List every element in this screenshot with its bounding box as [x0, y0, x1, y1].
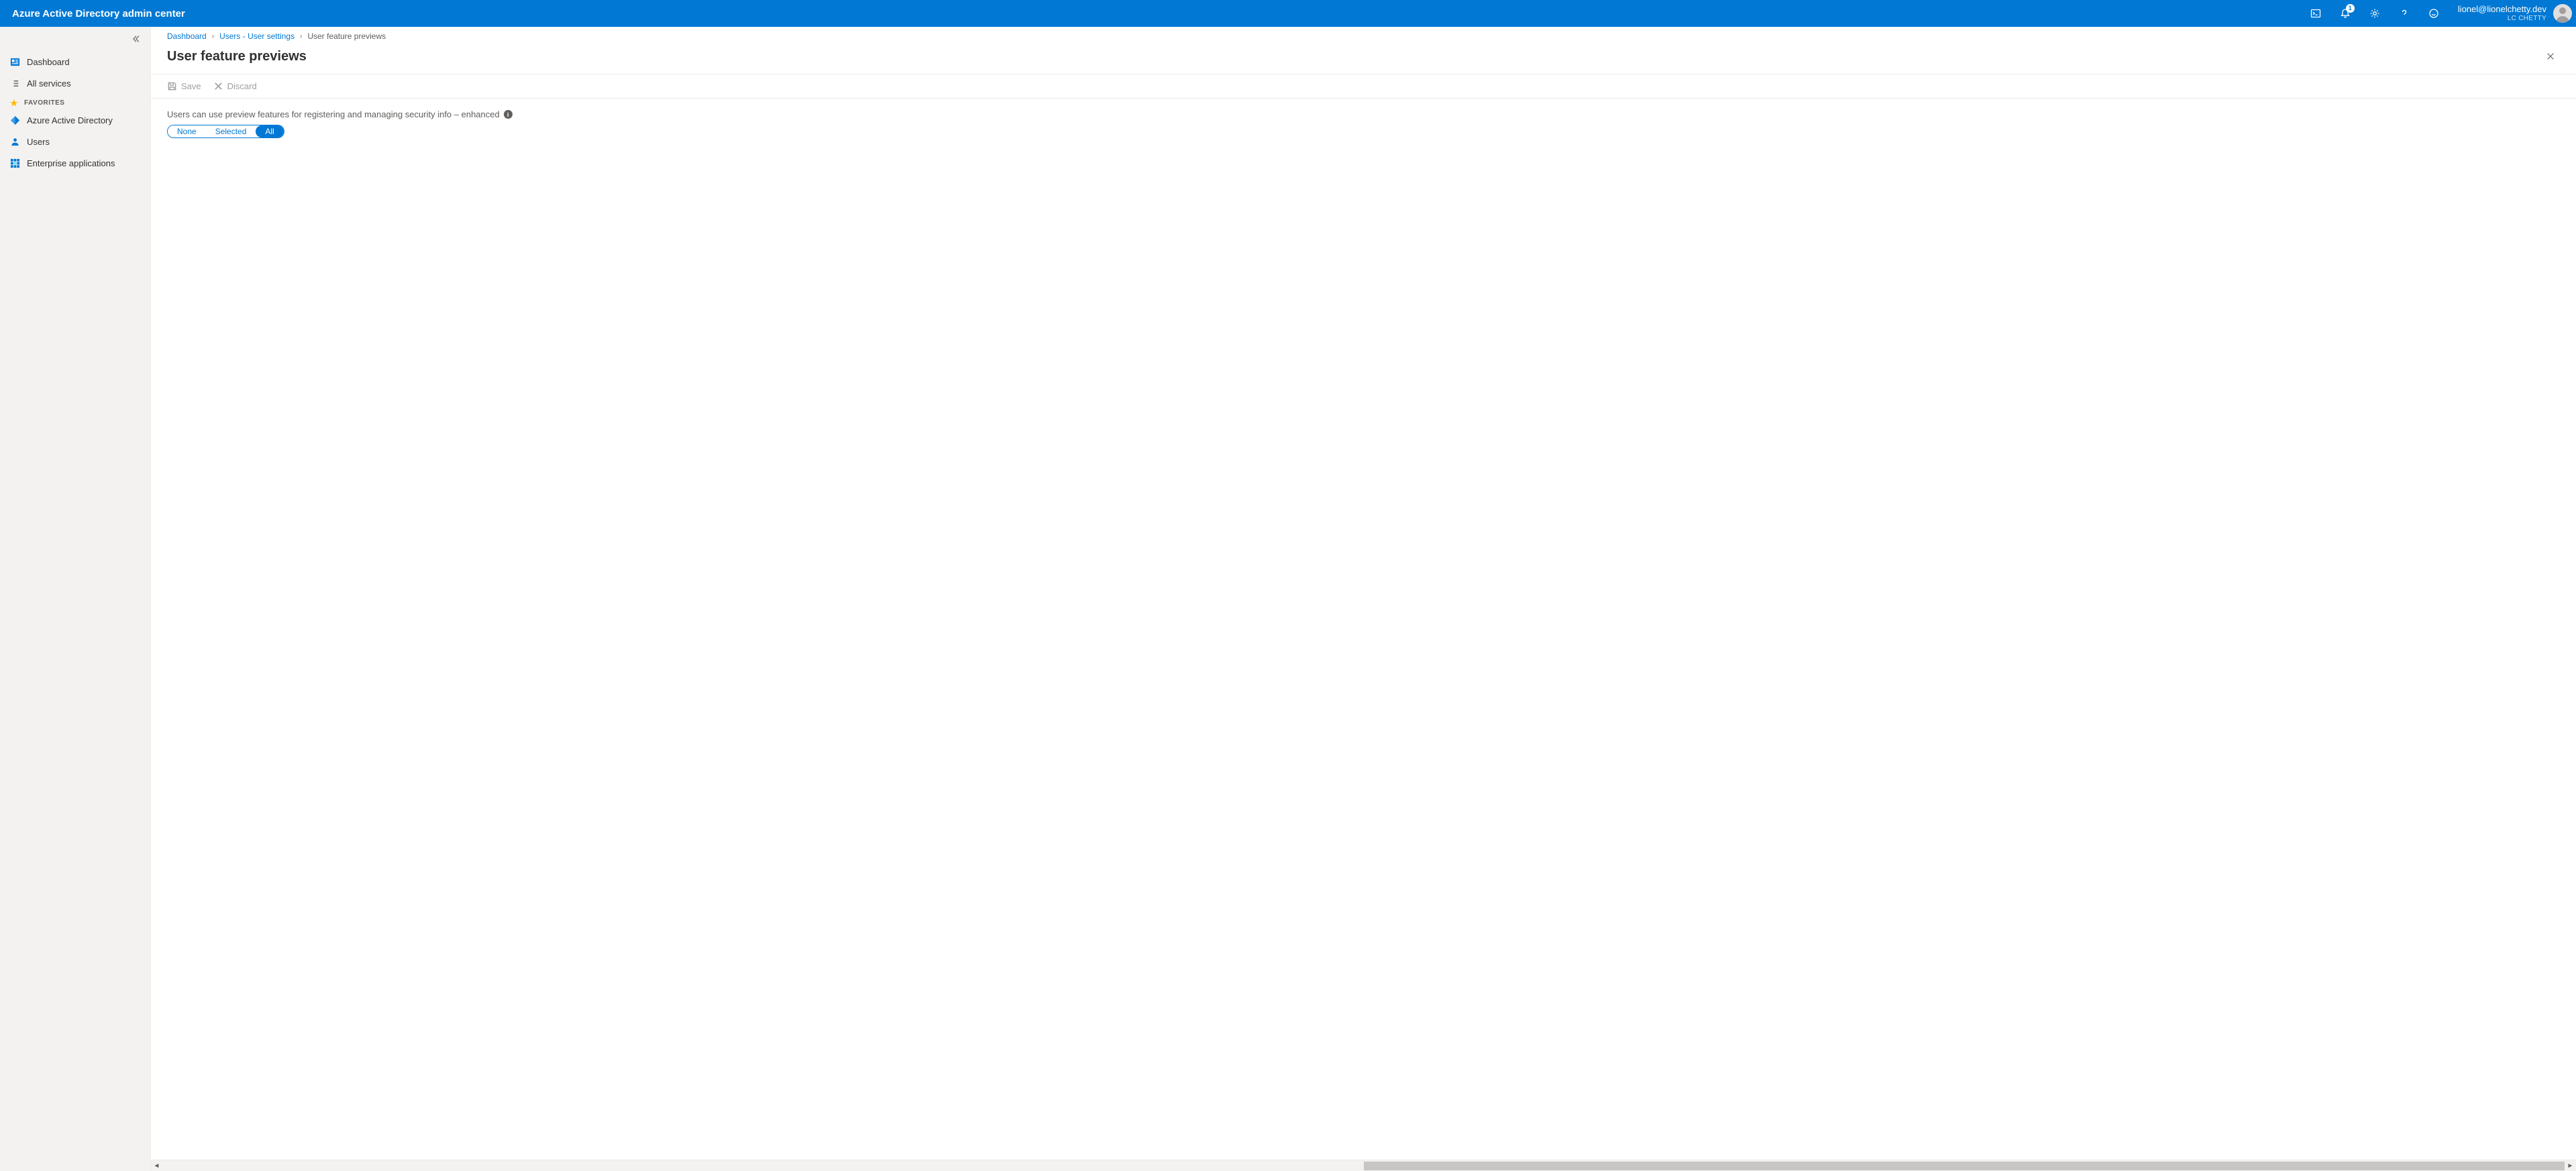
- help-icon[interactable]: [2390, 0, 2419, 27]
- close-icon: [2546, 52, 2555, 61]
- discard-label: Discard: [227, 81, 257, 91]
- sidebar-item-label: All services: [27, 78, 71, 89]
- horizontal-scrollbar[interactable]: ◄ ►: [151, 1160, 2576, 1171]
- notification-badge: 1: [2346, 4, 2355, 13]
- scroll-left-arrow-icon[interactable]: ◄: [151, 1160, 162, 1171]
- chevron-right-icon: ›: [212, 33, 214, 40]
- feedback-smiley-icon[interactable]: [2419, 0, 2449, 27]
- blade-header: User feature previews: [151, 44, 2576, 74]
- account-menu[interactable]: lionel@lionelchetty.dev LC CHETTY: [2449, 0, 2576, 27]
- breadcrumb: Dashboard › Users - User settings › User…: [151, 28, 2576, 44]
- chevron-double-left-icon: [131, 34, 141, 44]
- segment-selected[interactable]: Selected: [206, 125, 256, 137]
- breadcrumb-link-dashboard[interactable]: Dashboard: [167, 32, 207, 41]
- sidebar-item-label: Users: [27, 137, 50, 147]
- apps-grid-icon: [9, 158, 20, 168]
- save-button[interactable]: Save: [167, 81, 201, 91]
- segment-none[interactable]: None: [168, 125, 206, 137]
- chevron-right-icon: ›: [300, 33, 302, 40]
- sidebar-favorites-label: FAVORITES: [24, 99, 64, 107]
- sidebar-item-dashboard[interactable]: Dashboard: [0, 51, 150, 72]
- cloud-shell-icon[interactable]: [2301, 0, 2330, 27]
- segment-all[interactable]: All: [256, 125, 283, 137]
- star-icon: ★: [10, 98, 18, 109]
- blade-close-button[interactable]: [2541, 47, 2560, 66]
- sidebar: Dashboard All services ★ FAVORITES Azure…: [0, 27, 151, 1171]
- sidebar-item-label: Dashboard: [27, 57, 70, 67]
- blade-title: User feature previews: [167, 49, 307, 64]
- top-header: Azure Active Directory admin center 1 li…: [0, 0, 2576, 27]
- save-icon: [167, 81, 177, 91]
- account-email: lionel@lionelchetty.dev: [2458, 4, 2546, 15]
- app-title: Azure Active Directory admin center: [12, 8, 185, 19]
- save-label: Save: [181, 81, 201, 91]
- sidebar-collapse-button[interactable]: [0, 27, 150, 51]
- scroll-thumb[interactable]: [1364, 1162, 2565, 1170]
- scroll-right-arrow-icon[interactable]: ►: [2565, 1160, 2576, 1171]
- account-org: LC CHETTY: [2458, 15, 2546, 23]
- sidebar-item-all-services[interactable]: All services: [0, 72, 150, 94]
- aad-diamond-icon: [9, 115, 20, 125]
- sidebar-item-users[interactable]: Users: [0, 131, 150, 152]
- setting-label-row: Users can use preview features for regis…: [167, 109, 2560, 119]
- list-icon: [9, 78, 20, 89]
- sidebar-item-label: Enterprise applications: [27, 158, 115, 168]
- account-text: lionel@lionelchetty.dev LC CHETTY: [2458, 4, 2553, 23]
- command-bar: Save Discard: [151, 74, 2576, 99]
- settings-gear-icon[interactable]: [2360, 0, 2390, 27]
- sidebar-item-aad[interactable]: Azure Active Directory: [0, 109, 150, 131]
- notifications-icon[interactable]: 1: [2330, 0, 2360, 27]
- sidebar-item-label: Azure Active Directory: [27, 115, 113, 125]
- setting-label-text: Users can use preview features for regis…: [167, 109, 500, 119]
- breadcrumb-current: User feature previews: [307, 32, 386, 41]
- user-icon: [9, 137, 20, 147]
- avatar: [2553, 4, 2572, 23]
- top-header-right: 1 lionel@lionelchetty.dev LC CHETTY: [2301, 0, 2576, 27]
- dashboard-icon: [9, 57, 20, 67]
- breadcrumb-link-users[interactable]: Users - User settings: [219, 32, 294, 41]
- blade-body: Users can use preview features for regis…: [151, 99, 2576, 149]
- segmented-control: None Selected All: [167, 125, 284, 138]
- sidebar-item-enterprise-apps[interactable]: Enterprise applications: [0, 152, 150, 174]
- info-icon[interactable]: i: [504, 110, 513, 119]
- main-content: Dashboard › Users - User settings › User…: [151, 27, 2576, 1171]
- discard-button[interactable]: Discard: [213, 81, 257, 91]
- discard-x-icon: [213, 81, 223, 91]
- sidebar-favorites-header: ★ FAVORITES: [0, 94, 150, 109]
- scroll-track[interactable]: [162, 1160, 2565, 1171]
